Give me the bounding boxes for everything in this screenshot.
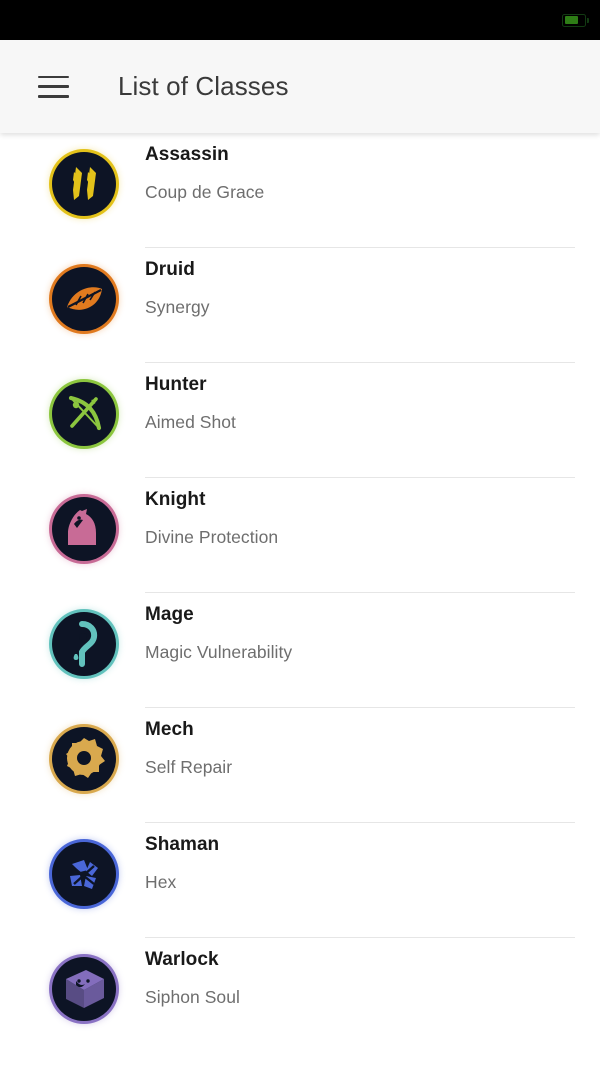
grimoire-icon (52, 957, 116, 1021)
list-item[interactable]: Hunter Aimed Shot (0, 363, 600, 478)
hamburger-bar (38, 85, 69, 88)
list-item[interactable]: Assassin Coup de Grace (0, 133, 600, 248)
list-item-text: Assassin Coup de Grace (145, 133, 600, 248)
list-item-text: Mech Self Repair (145, 708, 600, 823)
battery-icon (562, 13, 589, 27)
rune-icon (52, 612, 116, 676)
class-name: Mage (145, 604, 194, 625)
page-title: List of Classes (118, 71, 289, 101)
dagger-icon (52, 152, 116, 216)
list-item-text: Druid Synergy (145, 248, 600, 363)
class-ability: Coup de Grace (145, 182, 265, 202)
app-bar: List of Classes (0, 40, 600, 133)
list-item[interactable]: Druid Synergy (0, 248, 600, 363)
class-ability: Self Repair (145, 757, 233, 777)
list-item[interactable]: Warlock Siphon Soul (0, 938, 600, 1053)
list-item[interactable]: Mech Self Repair (0, 708, 600, 823)
list-item-text: Hunter Aimed Shot (145, 363, 600, 478)
class-ability: Siphon Soul (145, 987, 240, 1007)
list-item-text: Mage Magic Vulnerability (145, 593, 600, 708)
class-name: Assassin (145, 144, 229, 165)
class-ability: Magic Vulnerability (145, 642, 293, 662)
status-bar (0, 0, 600, 40)
chess-knight-icon (52, 497, 116, 561)
list-item[interactable]: Shaman Hex (0, 823, 600, 938)
class-name: Mech (145, 719, 194, 740)
hamburger-bar (38, 94, 69, 98)
bow-icon (52, 382, 116, 446)
class-name: Shaman (145, 834, 220, 855)
class-list[interactable]: Assassin Coup de Grace Druid Synergy Hunte… (0, 133, 600, 1066)
class-name: Warlock (145, 949, 219, 970)
class-ability: Synergy (145, 297, 210, 317)
list-item-text: Shaman Hex (145, 823, 600, 938)
list-item[interactable]: Knight Divine Protection (0, 478, 600, 593)
hamburger-menu-icon[interactable] (38, 75, 69, 98)
class-name: Hunter (145, 374, 207, 395)
gear-icon (52, 727, 116, 791)
battery-fill (564, 16, 579, 24)
totem-icon (52, 842, 116, 906)
class-ability: Divine Protection (145, 527, 279, 547)
class-ability: Hex (145, 872, 177, 892)
leaf-icon (52, 267, 116, 331)
list-item-text: Knight Divine Protection (145, 478, 600, 593)
class-ability: Aimed Shot (145, 412, 236, 432)
class-name: Druid (145, 259, 195, 280)
list-item-text: Warlock Siphon Soul (145, 938, 600, 1053)
class-name: Knight (145, 489, 206, 510)
app-window: List of Classes Assassin Coup de Grace Dr… (0, 0, 600, 1066)
list-item[interactable]: Mage Magic Vulnerability (0, 593, 600, 708)
hamburger-bar (38, 75, 69, 79)
